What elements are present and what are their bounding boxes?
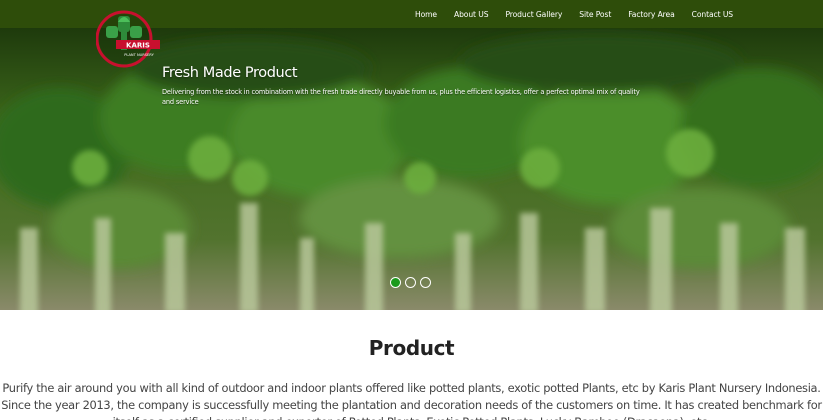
nav-item-about-us[interactable]: About US bbox=[454, 10, 489, 19]
product-heading: Product bbox=[368, 336, 455, 360]
hero-slider: Fresh Made Product Delivering from the s… bbox=[0, 28, 823, 310]
svg-text:KARIS: KARIS bbox=[126, 42, 150, 50]
slider-dot-2[interactable] bbox=[405, 277, 416, 288]
product-description: Purify the air around you with all kind … bbox=[1, 381, 822, 420]
main-nav: Home About US Product Gallery Site Post … bbox=[415, 0, 733, 28]
hero-description: Delivering from the stock in combinatiom… bbox=[162, 88, 640, 106]
slider-dot-1[interactable] bbox=[390, 277, 401, 288]
hero-caption: Fresh Made Product Delivering from the s… bbox=[162, 65, 662, 107]
slider-pagination bbox=[390, 277, 431, 288]
slider-dot-3[interactable] bbox=[420, 277, 431, 288]
nav-item-product-gallery[interactable]: Product Gallery bbox=[505, 10, 562, 19]
nav-item-contact-us[interactable]: Contact US bbox=[692, 10, 733, 19]
hero-title: Fresh Made Product bbox=[162, 65, 298, 81]
brand-logo[interactable]: KARIS PLANT NURSERY bbox=[95, 8, 162, 70]
nav-item-home[interactable]: Home bbox=[415, 10, 437, 19]
nav-item-factory-area[interactable]: Factory Area bbox=[628, 10, 675, 19]
svg-text:PLANT NURSERY: PLANT NURSERY bbox=[124, 53, 154, 57]
nav-item-site-post[interactable]: Site Post bbox=[579, 10, 611, 19]
karis-logo-icon: KARIS PLANT NURSERY bbox=[95, 10, 160, 68]
